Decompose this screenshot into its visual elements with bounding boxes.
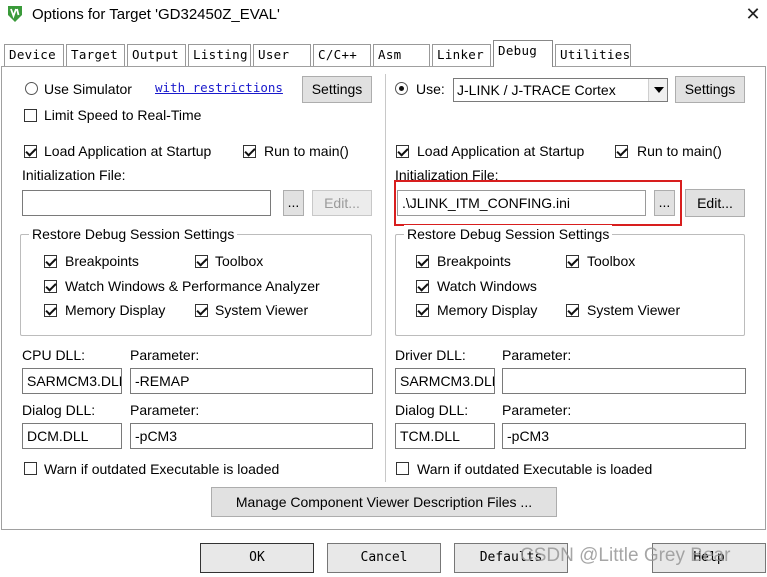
tab-c-c-[interactable]: C/C++ — [313, 44, 371, 66]
right-restore-title: Restore Debug Session Settings — [404, 225, 613, 243]
right-system-viewer-checkbox[interactable] — [566, 304, 579, 317]
right-warn-outdated-label: Warn if outdated Executable is loaded — [417, 461, 653, 477]
left-dialog-dll-input[interactable]: DCM.DLL — [22, 423, 122, 449]
left-system-viewer-checkbox[interactable] — [195, 304, 208, 317]
left-dialog-param-label: Parameter: — [130, 402, 200, 418]
limit-speed-checkbox[interactable] — [24, 109, 37, 122]
left-watch-windows-label: Watch Windows & Performance Analyzer — [65, 278, 320, 294]
right-memory-display-label: Memory Display — [437, 302, 538, 318]
tab-utilities[interactable]: Utilities — [555, 44, 631, 66]
watermark: CSDN @Little Grey Bear — [520, 545, 731, 566]
tab-debug[interactable]: Debug — [493, 40, 553, 67]
right-toolbox-checkbox[interactable] — [566, 255, 579, 268]
title-bar: Options for Target 'GD32450Z_EVAL' ✕ — [0, 0, 767, 30]
app-icon — [8, 6, 22, 22]
cpu-dll-input[interactable]: SARMCM3.DLL — [22, 368, 122, 394]
tab-listing[interactable]: Listing — [188, 44, 251, 66]
left-dialog-dll-label: Dialog DLL: — [22, 402, 96, 418]
right-breakpoints-checkbox[interactable] — [416, 255, 429, 268]
left-system-viewer-label: System Viewer — [215, 302, 309, 318]
left-init-edit-button[interactable]: Edit... — [312, 190, 372, 216]
left-watch-windows-checkbox[interactable] — [44, 280, 57, 293]
right-load-app-label: Load Application at Startup — [417, 143, 585, 159]
right-warn-outdated-checkbox[interactable] — [396, 462, 409, 475]
use-debugger-radio[interactable] — [395, 82, 408, 95]
limit-speed-label: Limit Speed to Real-Time — [44, 107, 202, 123]
right-dialog-dll-label: Dialog DLL: — [395, 402, 469, 418]
right-system-viewer-label: System Viewer — [587, 302, 681, 318]
driver-param-input[interactable] — [502, 368, 746, 394]
cpu-param-label: Parameter: — [130, 347, 200, 363]
tab-device[interactable]: Device — [4, 44, 64, 66]
left-dialog-param-input[interactable]: -pCM3 — [130, 423, 373, 449]
right-watch-windows-label: Watch Windows — [437, 278, 537, 294]
tab-user[interactable]: User — [253, 44, 311, 66]
window-title: Options for Target 'GD32450Z_EVAL' — [32, 6, 280, 23]
with-restrictions-link[interactable]: with restrictions — [155, 79, 283, 97]
left-init-file-input[interactable] — [22, 190, 271, 216]
tab-asm[interactable]: Asm — [373, 44, 430, 66]
tab-output[interactable]: Output — [127, 44, 186, 66]
tab-target[interactable]: Target — [66, 44, 125, 66]
debugger-select[interactable]: J-LINK / J-TRACE Cortex — [453, 78, 668, 102]
simulator-settings-button[interactable]: Settings — [302, 76, 372, 103]
cancel-button[interactable]: Cancel — [327, 543, 441, 573]
close-icon[interactable]: ✕ — [742, 3, 764, 25]
column-divider — [385, 74, 386, 482]
right-load-app-checkbox[interactable] — [396, 145, 409, 158]
right-breakpoints-label: Breakpoints — [437, 253, 511, 269]
left-breakpoints-checkbox[interactable] — [44, 255, 57, 268]
driver-dll-input[interactable]: SARMCM3.DLL — [395, 368, 495, 394]
ok-button[interactable]: OK — [200, 543, 314, 573]
driver-param-label: Parameter: — [502, 347, 572, 363]
driver-dll-label: Driver DLL: — [395, 347, 466, 363]
left-run-to-main-checkbox[interactable] — [243, 145, 256, 158]
right-watch-windows-checkbox[interactable] — [416, 280, 429, 293]
right-toolbox-label: Toolbox — [587, 253, 636, 269]
cpu-param-input[interactable]: -REMAP — [130, 368, 373, 394]
left-load-app-label: Load Application at Startup — [44, 143, 212, 159]
debugger-select-value: J-LINK / J-TRACE Cortex — [457, 82, 616, 98]
use-simulator-radio[interactable] — [25, 82, 38, 95]
right-dialog-param-input[interactable]: -pCM3 — [502, 423, 746, 449]
cpu-dll-label: CPU DLL: — [22, 347, 86, 363]
right-run-to-main-checkbox[interactable] — [615, 145, 628, 158]
left-memory-display-checkbox[interactable] — [44, 304, 57, 317]
left-init-browse-button[interactable]: ... — [283, 190, 304, 216]
left-toolbox-checkbox[interactable] — [195, 255, 208, 268]
left-load-app-checkbox[interactable] — [24, 145, 37, 158]
right-init-edit-button[interactable]: Edit... — [685, 189, 745, 217]
left-restore-title: Restore Debug Session Settings — [29, 225, 238, 243]
left-warn-outdated-checkbox[interactable] — [24, 462, 37, 475]
highlight-box — [394, 180, 682, 226]
left-init-file-label: Initialization File: — [22, 167, 126, 183]
manage-component-viewer-button[interactable]: Manage Component Viewer Description File… — [211, 487, 557, 517]
left-run-to-main-label: Run to main() — [264, 143, 349, 159]
right-dialog-param-label: Parameter: — [502, 402, 572, 418]
tab-linker[interactable]: Linker — [432, 44, 491, 66]
left-toolbox-label: Toolbox — [215, 253, 264, 269]
left-memory-display-label: Memory Display — [65, 302, 166, 318]
right-run-to-main-label: Run to main() — [637, 143, 722, 159]
right-dialog-dll-input[interactable]: TCM.DLL — [395, 423, 495, 449]
use-debugger-label: Use: — [416, 81, 445, 97]
use-simulator-label: Use Simulator — [44, 81, 132, 97]
dropdown-arrow-icon[interactable] — [648, 79, 667, 101]
debugger-settings-button[interactable]: Settings — [675, 76, 745, 103]
left-warn-outdated-label: Warn if outdated Executable is loaded — [44, 461, 280, 477]
right-memory-display-checkbox[interactable] — [416, 304, 429, 317]
left-breakpoints-label: Breakpoints — [65, 253, 139, 269]
